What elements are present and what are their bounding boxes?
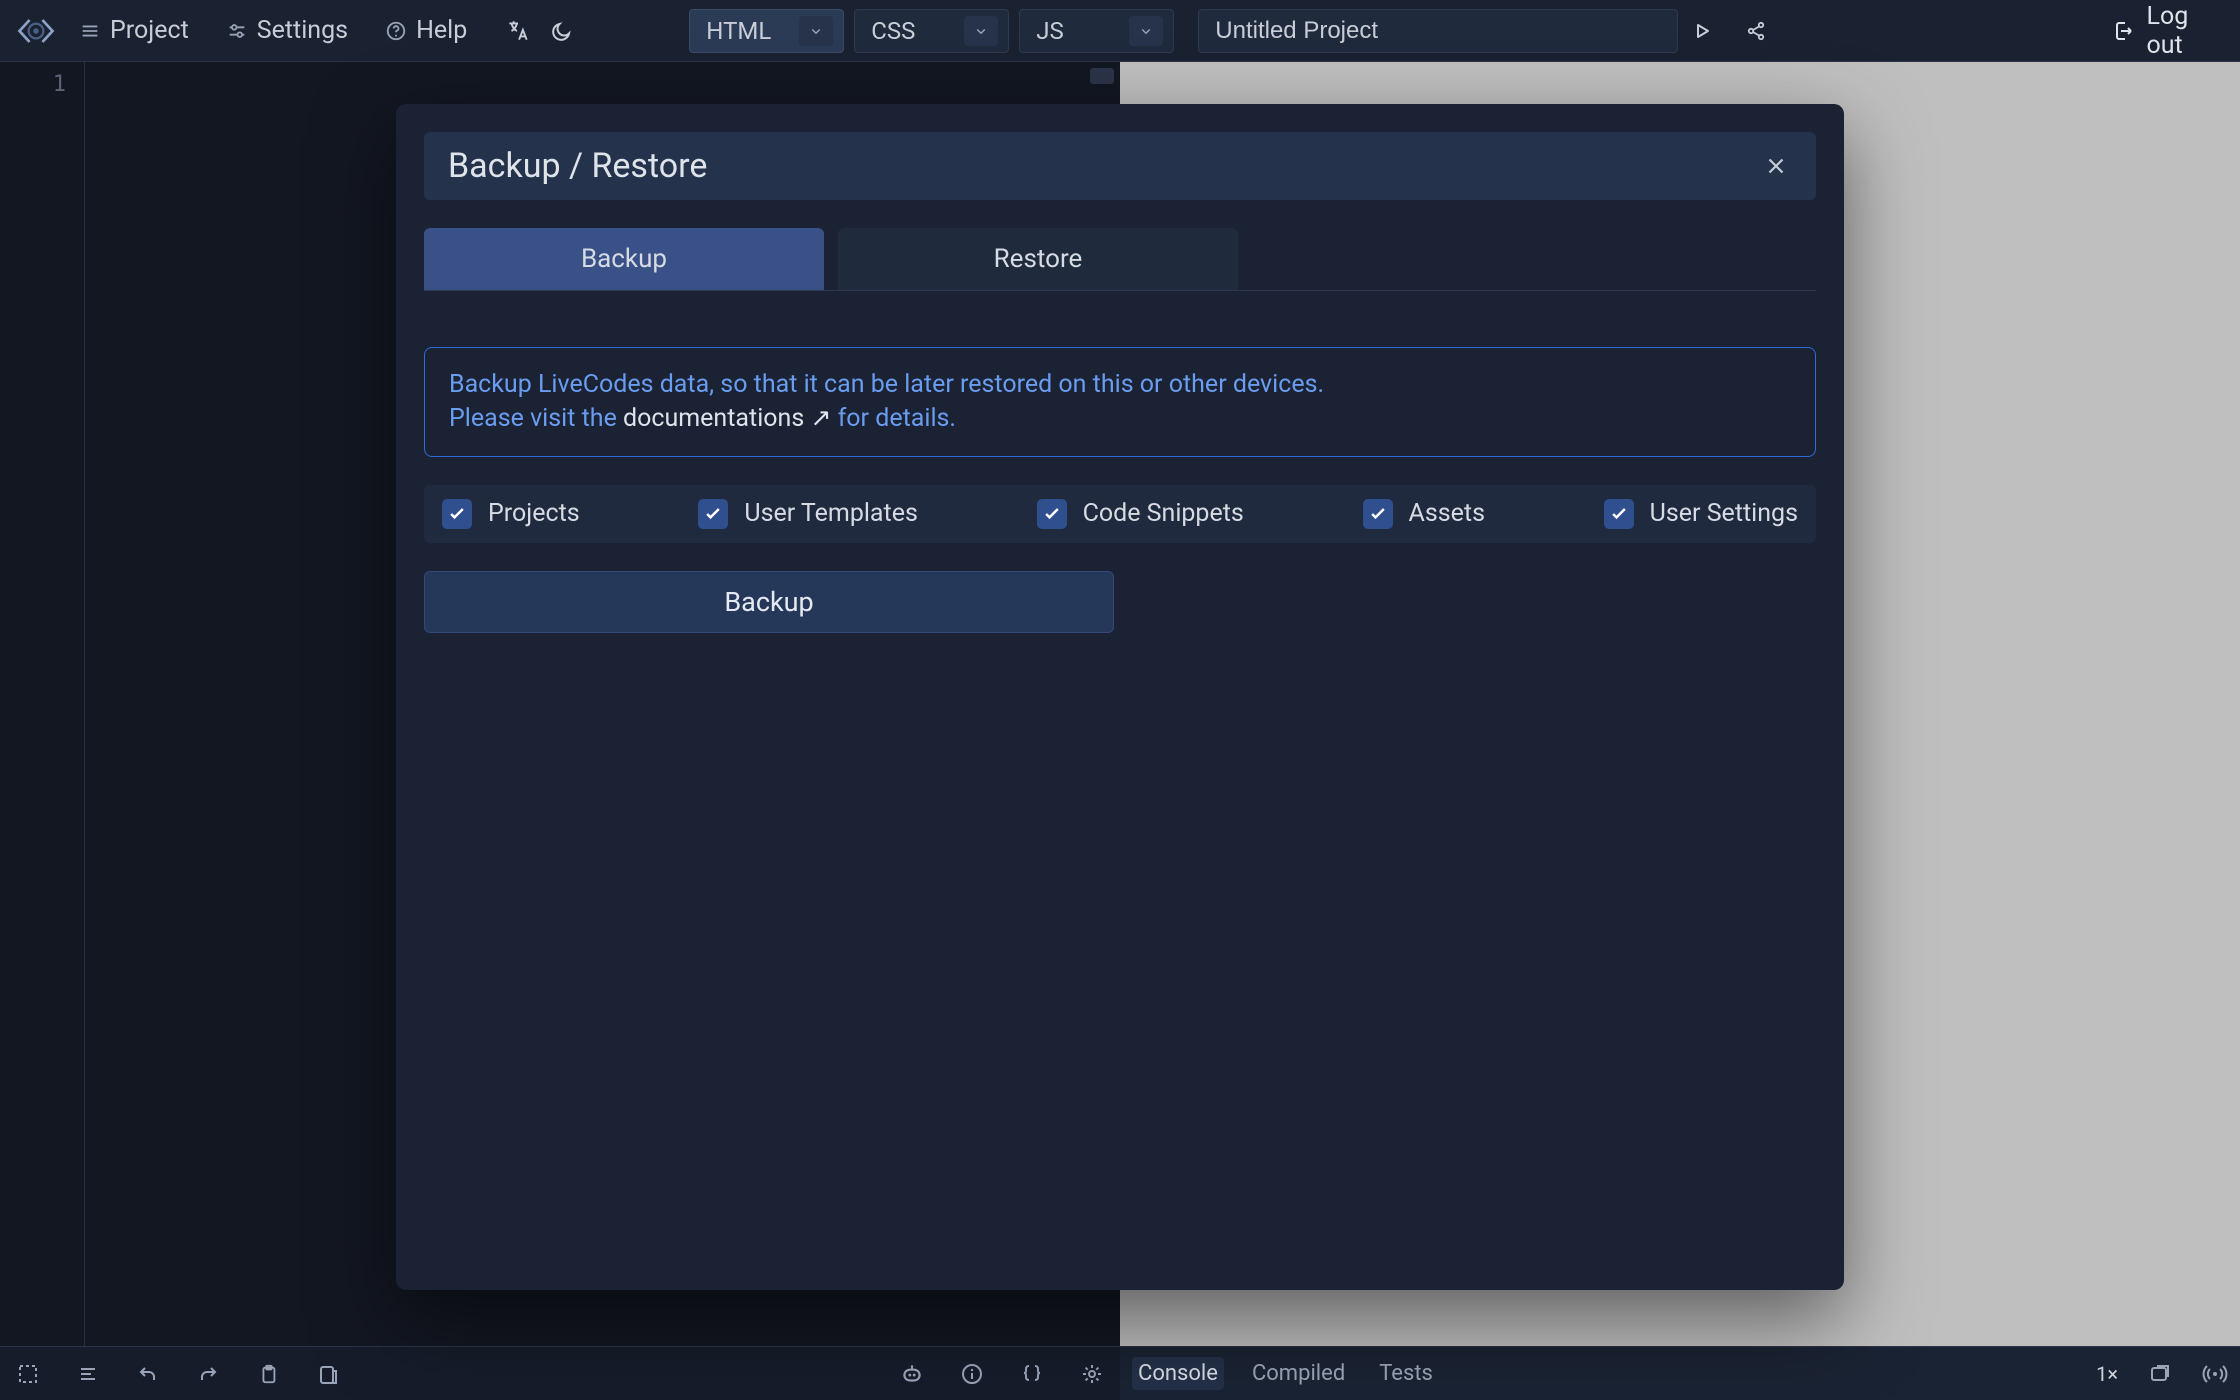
documentations-link[interactable]: documentations ↗ <box>623 404 831 433</box>
info-line2-post: for details. <box>838 404 956 433</box>
modal-title: Backup / Restore <box>448 146 707 186</box>
info-banner: Backup LiveCodes data, so that it can be… <box>424 347 1816 457</box>
check-user-templates[interactable]: User Templates <box>698 499 918 529</box>
close-icon <box>1763 153 1789 179</box>
checkbox-icon[interactable] <box>442 499 472 529</box>
check-user-settings[interactable]: User Settings <box>1604 499 1798 529</box>
backup-button[interactable]: Backup <box>424 571 1114 633</box>
external-link-icon: ↗ <box>810 404 831 433</box>
close-button[interactable] <box>1760 150 1792 182</box>
checkbox-icon[interactable] <box>698 499 728 529</box>
backup-options: Projects User Templates Code Snippets As… <box>424 485 1816 543</box>
checkbox-icon[interactable] <box>1363 499 1393 529</box>
check-projects[interactable]: Projects <box>442 499 580 529</box>
check-code-snippets[interactable]: Code Snippets <box>1037 499 1244 529</box>
modal-tabs: Backup Restore <box>424 228 1816 291</box>
tab-restore[interactable]: Restore <box>838 228 1238 290</box>
backup-restore-modal: Backup / Restore Backup Restore Backup L… <box>396 104 1844 1290</box>
info-line1: Backup LiveCodes data, so that it can be… <box>449 368 1791 402</box>
checkbox-icon[interactable] <box>1604 499 1634 529</box>
checkbox-icon[interactable] <box>1037 499 1067 529</box>
info-line2-pre: Please visit the <box>449 404 623 433</box>
tab-backup[interactable]: Backup <box>424 228 824 290</box>
check-assets[interactable]: Assets <box>1363 499 1485 529</box>
